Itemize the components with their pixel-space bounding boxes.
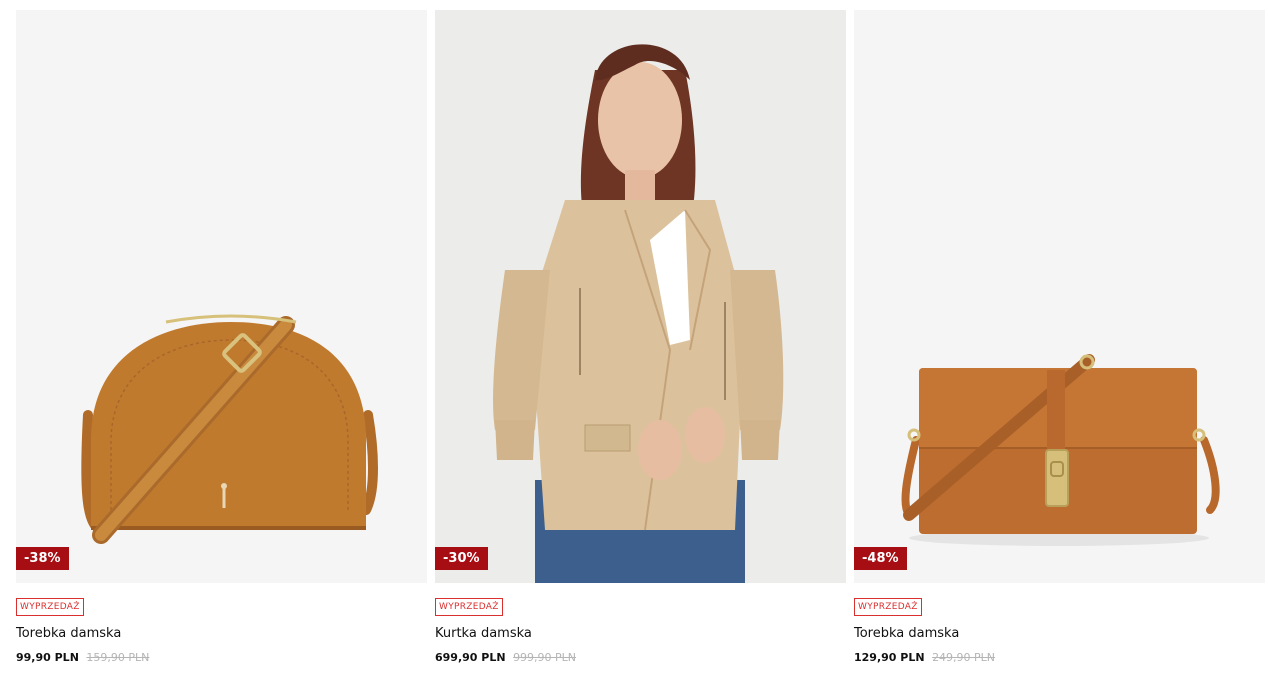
product-card[interactable]: -38% WYPRZEDAŻ Torebka damska 99,90 PLN … <box>16 10 427 664</box>
product-name[interactable]: Torebka damska <box>854 626 959 641</box>
old-price: 249,90 PLN <box>932 651 996 664</box>
old-price: 999,90 PLN <box>513 651 577 664</box>
discount-badge: -38% <box>16 547 69 570</box>
product-card[interactable]: -48% WYPRZEDAŻ Torebka damska 129,90 PLN… <box>854 10 1265 664</box>
product-image[interactable]: -30% <box>435 10 846 583</box>
current-price: 699,90 PLN <box>435 651 506 664</box>
discount-badge: -30% <box>435 547 488 570</box>
product-prices: 699,90 PLN 999,90 PLN <box>435 651 576 664</box>
product-name[interactable]: Torebka damska <box>16 626 121 641</box>
half-moon-bag-illustration <box>81 314 378 544</box>
product-image[interactable]: -48% <box>854 10 1265 583</box>
discount-badge: -48% <box>854 547 907 570</box>
product-prices: 129,90 PLN 249,90 PLN <box>854 651 995 664</box>
product-prices: 99,90 PLN 159,90 PLN <box>16 651 149 664</box>
model-in-jacket-illustration <box>493 44 784 583</box>
product-card[interactable]: -30% WYPRZEDAŻ Kurtka damska 699,90 PLN … <box>435 10 846 664</box>
current-price: 99,90 PLN <box>16 651 79 664</box>
sale-tag: WYPRZEDAŻ <box>435 598 503 616</box>
current-price: 129,90 PLN <box>854 651 925 664</box>
product-name[interactable]: Kurtka damska <box>435 626 532 641</box>
product-grid: -38% WYPRZEDAŻ Torebka damska 99,90 PLN … <box>0 0 1269 674</box>
sale-tag: WYPRZEDAŻ <box>854 598 922 616</box>
sale-tag: WYPRZEDAŻ <box>16 598 84 616</box>
product-image[interactable]: -38% <box>16 10 427 583</box>
flap-bag-illustration <box>901 354 1220 546</box>
old-price: 159,90 PLN <box>86 651 150 664</box>
